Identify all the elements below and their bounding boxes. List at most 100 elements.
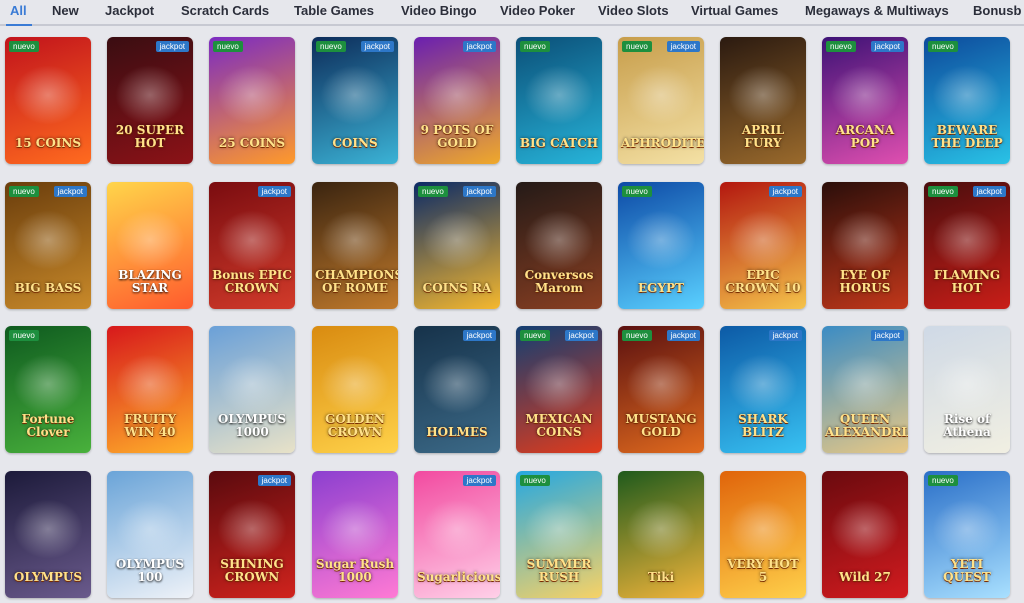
game-card[interactable]: YETI QUEST nuevo (924, 471, 1010, 598)
game-card[interactable]: 15 COINS nuevo (5, 37, 91, 164)
game-title: BEWARE THE DEEP (931, 123, 1003, 150)
game-title: BIG CATCH (519, 136, 599, 150)
game-card[interactable]: EGYPT nuevo (618, 182, 704, 309)
game-title: COINS RA (422, 281, 492, 295)
game-card[interactable]: BEWARE THE DEEP nuevo (924, 37, 1010, 164)
game-title: HOLMES (426, 425, 488, 439)
jackpot-badge: jackpot (870, 330, 904, 341)
game-card[interactable]: APRIL FURY (720, 37, 806, 164)
game-card[interactable]: Rise of Athena (924, 326, 1010, 453)
thumbnail-art (524, 354, 594, 414)
thumbnail-art (728, 65, 798, 125)
jackpot-badge: jackpot (768, 330, 802, 341)
game-title: COINS (332, 136, 378, 150)
game-title: FRUITY WIN 40 (123, 412, 177, 439)
game-card[interactable]: HOLMES jackpot (414, 326, 500, 453)
jackpot-badge: jackpot (972, 186, 1006, 197)
game-card[interactable]: MUSTANG GOLD nuevo jackpot (618, 326, 704, 453)
game-card[interactable]: Wild 27 (822, 471, 908, 598)
thumbnail-art (13, 499, 83, 559)
game-title: Sugarlicious (417, 570, 500, 584)
game-card[interactable]: Fortune Clover nuevo (5, 326, 91, 453)
thumbnail-art (932, 65, 1002, 125)
game-card[interactable]: GOLDEN CROWN (312, 326, 398, 453)
game-card[interactable]: BLAZING STAR (107, 182, 193, 309)
game-card[interactable]: BIG BASS nuevo jackpot (5, 182, 91, 309)
game-card[interactable]: Sugarlicious jackpot (414, 471, 500, 598)
game-card[interactable]: Conversos Marom (516, 182, 602, 309)
game-title: EYE OF HORUS (839, 268, 891, 295)
game-card[interactable]: 25 COINS nuevo (209, 37, 295, 164)
game-title: EPIC CROWN 10 (725, 268, 801, 295)
game-card[interactable]: FRUITY WIN 40 (107, 326, 193, 453)
game-card[interactable]: SUMMER RUSH nuevo (516, 471, 602, 598)
thumbnail-art (830, 499, 900, 559)
game-title: BIG BASS (14, 281, 82, 295)
nuevo-badge: nuevo (928, 41, 958, 52)
game-card[interactable]: SHARK BLITZ jackpot (720, 326, 806, 453)
thumbnail-art (932, 354, 1002, 414)
thumbnail-art (830, 210, 900, 270)
game-card[interactable]: 20 SUPER HOT jackpot (107, 37, 193, 164)
game-title: 20 SUPER HOT (115, 123, 185, 150)
nuevo-badge: nuevo (520, 41, 550, 52)
thumbnail-art (524, 499, 594, 559)
game-title: YETI QUEST (943, 557, 991, 584)
thumbnail-art (217, 210, 287, 270)
game-title: 9 POTS OF GOLD (420, 123, 494, 150)
game-card[interactable]: Bonus EPIC CROWN jackpot (209, 182, 295, 309)
thumbnail-art (932, 499, 1002, 559)
jackpot-badge: jackpot (462, 475, 496, 486)
game-title: VERY HOT 5 (727, 557, 799, 584)
game-card[interactable]: EPIC CROWN 10 jackpot (720, 182, 806, 309)
thumbnail-art (13, 65, 83, 125)
game-card[interactable]: ARCANA POP nuevo jackpot (822, 37, 908, 164)
nuevo-badge: nuevo (9, 330, 39, 341)
game-title: OLYMPUS 1000 (217, 412, 287, 439)
game-title: Wild 27 (839, 570, 891, 584)
game-card[interactable]: SHINING CROWN jackpot (209, 471, 295, 598)
game-card[interactable]: QUEEN ALEXANDRIA jackpot (822, 326, 908, 453)
game-card[interactable]: FLAMING HOT nuevo jackpot (924, 182, 1010, 309)
nuevo-badge: nuevo (9, 41, 39, 52)
jackpot-badge: jackpot (462, 186, 496, 197)
game-title: FLAMING HOT (933, 268, 1001, 295)
game-title: Rise of Athena (943, 412, 991, 439)
game-card[interactable]: Sugar Rush 1000 (312, 471, 398, 598)
jackpot-badge: jackpot (155, 41, 189, 52)
thumbnail-art (217, 499, 287, 559)
thumbnail-art (524, 65, 594, 125)
jackpot-badge: jackpot (360, 41, 394, 52)
game-card[interactable]: OLYMPUS 100 (107, 471, 193, 598)
game-card[interactable]: BIG CATCH nuevo (516, 37, 602, 164)
game-title: 25 COINS (218, 136, 286, 150)
game-card[interactable]: COINS RA nuevo jackpot (414, 182, 500, 309)
game-card[interactable]: CHAMPIONS OF ROME (312, 182, 398, 309)
game-card[interactable]: MEXICAN COINS nuevo jackpot (516, 326, 602, 453)
game-card[interactable]: EYE OF HORUS (822, 182, 908, 309)
jackpot-badge: jackpot (768, 186, 802, 197)
game-card[interactable]: 9 POTS OF GOLD jackpot (414, 37, 500, 164)
thumbnail-art (217, 354, 287, 414)
game-title: Tiki (647, 570, 675, 584)
nuevo-badge: nuevo (520, 330, 550, 341)
game-card[interactable]: APHRODITE nuevo jackpot (618, 37, 704, 164)
jackpot-badge: jackpot (870, 41, 904, 52)
thumbnail-art (217, 65, 287, 125)
game-card[interactable]: OLYMPUS (5, 471, 91, 598)
game-grid: 15 COINS nuevo 20 SUPER HOT jackpot 25 COINS… (0, 0, 1024, 603)
thumbnail-art (728, 499, 798, 559)
game-card[interactable]: VERY HOT 5 (720, 471, 806, 598)
game-title: Sugar Rush 1000 (315, 557, 395, 584)
game-title: SUMMER RUSH (526, 557, 592, 584)
thumbnail-art (320, 354, 390, 414)
thumbnail-art (13, 210, 83, 270)
thumbnail-art (115, 499, 185, 559)
game-card[interactable]: Tiki (618, 471, 704, 598)
thumbnail-art (320, 65, 390, 125)
nuevo-badge: nuevo (9, 186, 39, 197)
game-card[interactable]: OLYMPUS 1000 (209, 326, 295, 453)
game-title: QUEEN ALEXANDRIA (825, 412, 908, 439)
game-card[interactable]: COINS nuevo jackpot (312, 37, 398, 164)
thumbnail-art (115, 210, 185, 270)
